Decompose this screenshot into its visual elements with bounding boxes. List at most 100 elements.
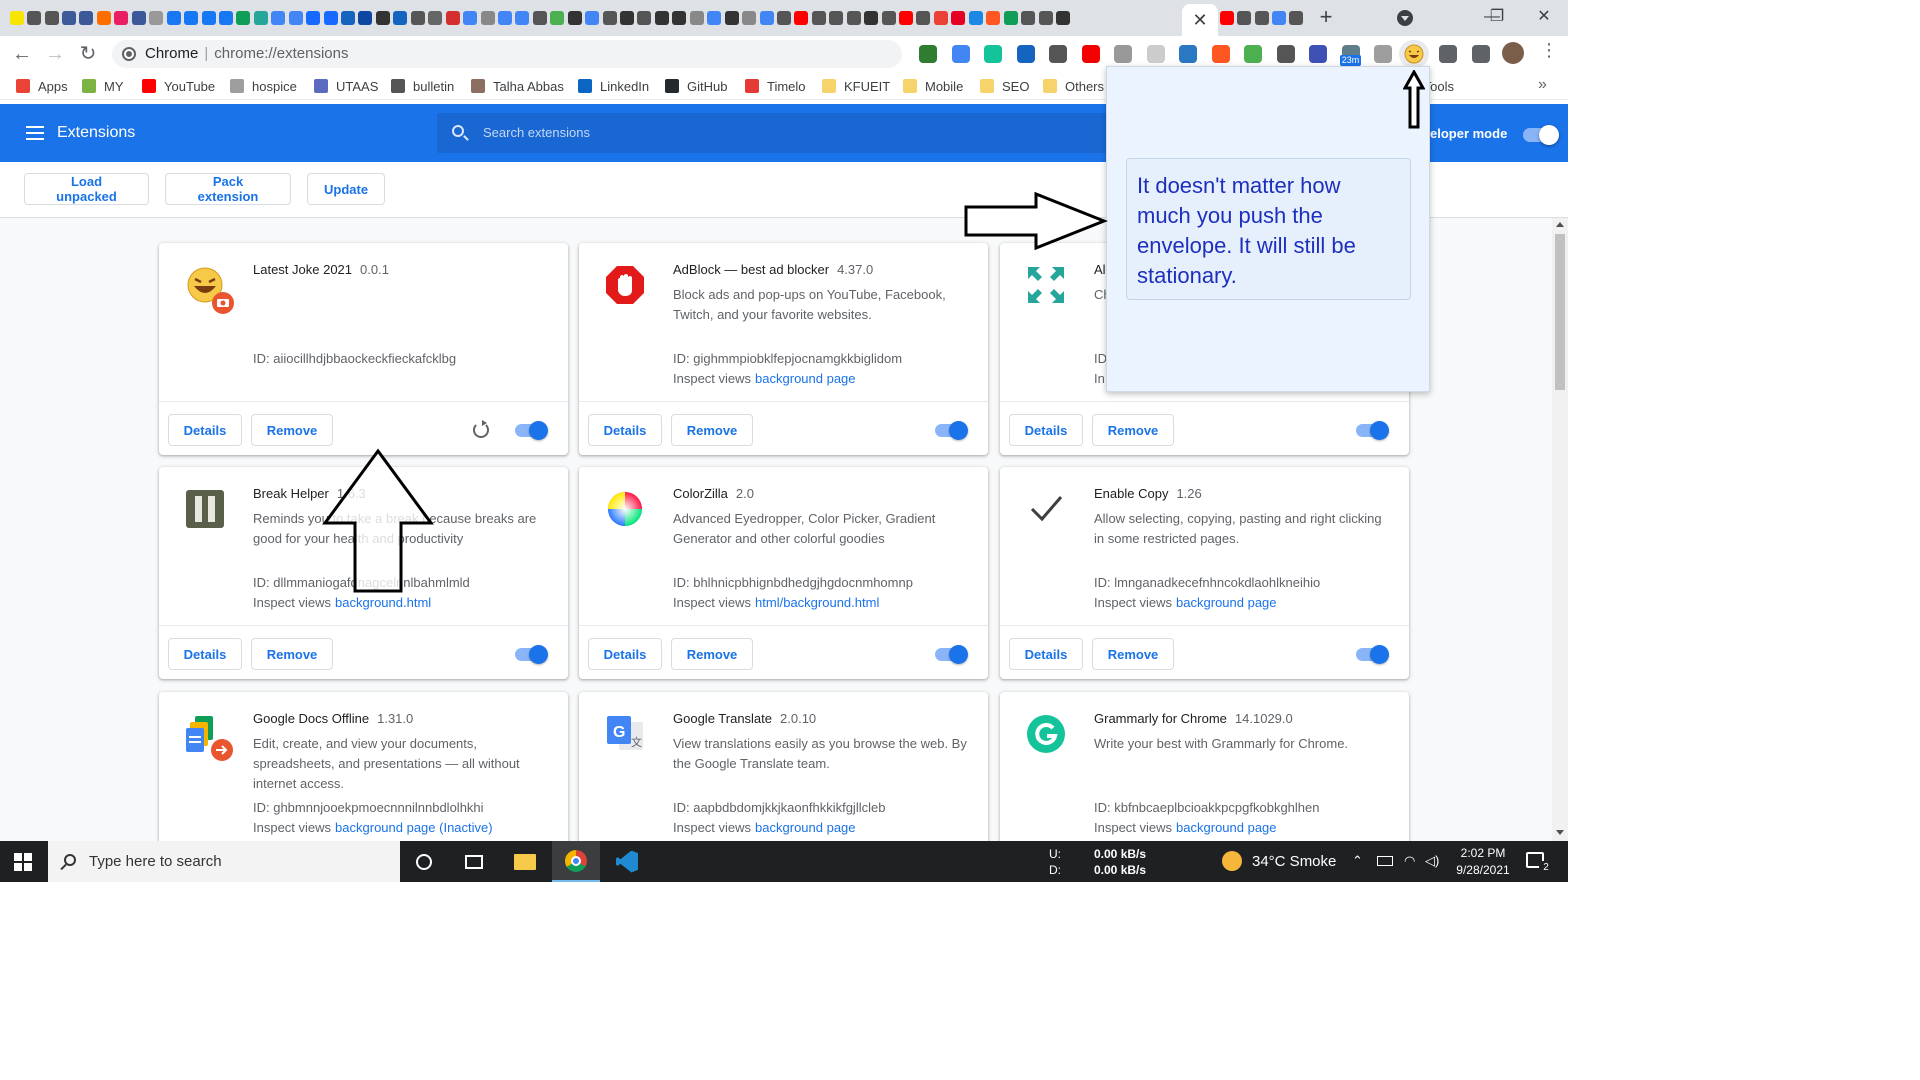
- chrome-page-icon[interactable]: [122, 47, 136, 61]
- tab[interactable]: [566, 7, 583, 29]
- bookmark-item[interactable]: KFUEIT: [822, 78, 890, 94]
- toolbar-extension-button[interactable]: [1075, 43, 1108, 65]
- extension-enable-toggle[interactable]: [515, 645, 548, 664]
- active-tab[interactable]: ✕: [1182, 4, 1218, 36]
- inspect-view-link[interactable]: background page: [1176, 595, 1276, 610]
- bookmark-item[interactable]: YouTube: [142, 78, 215, 94]
- toolbar-extension-button[interactable]: [945, 43, 978, 65]
- tab[interactable]: [322, 7, 339, 29]
- bookmark-item[interactable]: SEO: [980, 78, 1029, 94]
- remove-button[interactable]: Remove: [671, 638, 753, 670]
- bookmark-item[interactable]: Timelo: [745, 78, 806, 94]
- tab[interactable]: [392, 7, 409, 29]
- tab[interactable]: [549, 7, 566, 29]
- toolbar-extension-button[interactable]: [1107, 43, 1140, 65]
- scroll-up-icon[interactable]: [1556, 222, 1564, 227]
- vscode-taskbar-button[interactable]: [603, 841, 651, 882]
- tab[interactable]: [148, 7, 165, 29]
- chrome-menu-icon[interactable]: ⋮: [1540, 40, 1558, 61]
- remove-button[interactable]: Remove: [251, 638, 333, 670]
- details-button[interactable]: Details: [168, 414, 242, 446]
- tab[interactable]: [252, 7, 269, 29]
- tab[interactable]: [130, 7, 147, 29]
- tab[interactable]: [601, 7, 618, 29]
- extension-enable-toggle[interactable]: [935, 421, 968, 440]
- tab[interactable]: [1037, 7, 1054, 29]
- tab[interactable]: [845, 7, 862, 29]
- tab[interactable]: [636, 7, 653, 29]
- chrome-taskbar-button[interactable]: [552, 841, 600, 882]
- details-button[interactable]: Details: [1009, 638, 1083, 670]
- toolbar-extension-button[interactable]: [1172, 43, 1205, 65]
- toolbar-extension-button[interactable]: [1237, 43, 1270, 65]
- toolbar-extension-button[interactable]: [1270, 43, 1303, 65]
- bookmark-item[interactable]: GitHub: [665, 78, 727, 94]
- tab[interactable]: [182, 7, 199, 29]
- scroll-down-icon[interactable]: [1556, 830, 1564, 835]
- tab[interactable]: [950, 7, 967, 29]
- tab[interactable]: [25, 7, 42, 29]
- taskbar-clock[interactable]: 2:02 PM 9/28/2021: [1452, 845, 1514, 879]
- tab[interactable]: [862, 7, 879, 29]
- tab[interactable]: [915, 7, 932, 29]
- tab[interactable]: [793, 7, 810, 29]
- tab[interactable]: [618, 7, 635, 29]
- bookmark-item[interactable]: Apps: [16, 78, 68, 94]
- tab[interactable]: [235, 7, 252, 29]
- tab[interactable]: [374, 7, 391, 29]
- tab[interactable]: [758, 7, 775, 29]
- toolbar-extension-button[interactable]: [977, 43, 1010, 65]
- tab[interactable]: [339, 7, 356, 29]
- toolbar-extension-button[interactable]: [1367, 43, 1400, 65]
- toolbar-extension-button[interactable]: [1302, 43, 1335, 65]
- reload-icon[interactable]: [473, 420, 489, 438]
- taskbar-search-box[interactable]: Type here to search: [48, 841, 400, 882]
- search-extensions-input[interactable]: Search extensions: [437, 113, 1117, 153]
- task-view-button[interactable]: [450, 841, 498, 882]
- tab[interactable]: [217, 7, 234, 29]
- windows-start-icon[interactable]: [14, 853, 32, 871]
- inspect-view-link[interactable]: background page: [755, 371, 855, 386]
- update-button[interactable]: Update: [307, 173, 385, 205]
- bookmark-item[interactable]: MY: [82, 78, 124, 94]
- remove-button[interactable]: Remove: [1092, 414, 1174, 446]
- toolbar-extension-button[interactable]: [912, 43, 945, 65]
- inspect-view-link[interactable]: background page (Inactive): [335, 820, 493, 835]
- bookmark-item[interactable]: UTAAS: [314, 78, 378, 94]
- tab[interactable]: [200, 7, 217, 29]
- latest-joke-toolbar-button[interactable]: [1399, 40, 1429, 68]
- bookmark-item[interactable]: Others: [1043, 78, 1104, 94]
- details-button[interactable]: Details: [1009, 414, 1083, 446]
- developer-mode-toggle[interactable]: [1523, 125, 1559, 145]
- remove-button[interactable]: Remove: [1092, 638, 1174, 670]
- extension-enable-toggle[interactable]: [935, 645, 968, 664]
- pack-extension-button[interactable]: Pack extension: [165, 173, 291, 205]
- tab[interactable]: [706, 7, 723, 29]
- load-unpacked-button[interactable]: Load unpacked: [24, 173, 149, 205]
- tab[interactable]: [1054, 7, 1071, 29]
- restore-button[interactable]: ❐: [1477, 6, 1517, 28]
- tab[interactable]: [496, 7, 513, 29]
- details-button[interactable]: Details: [588, 414, 662, 446]
- tab[interactable]: [810, 7, 827, 29]
- bookmark-item[interactable]: hospice: [230, 78, 297, 94]
- tab[interactable]: [304, 7, 321, 29]
- tab[interactable]: [95, 7, 112, 29]
- details-button[interactable]: Details: [168, 638, 242, 670]
- bookmark-item[interactable]: LinkedIn: [578, 78, 649, 94]
- extension-enable-toggle[interactable]: [515, 421, 548, 440]
- extension-enable-toggle[interactable]: [1356, 421, 1389, 440]
- tab[interactable]: [985, 7, 1002, 29]
- extension-enable-toggle[interactable]: [1356, 645, 1389, 664]
- scroll-thumb[interactable]: [1555, 234, 1565, 390]
- weather-text[interactable]: 34°C Smoke: [1252, 853, 1336, 870]
- address-text[interactable]: Chrome | chrome://extensions: [145, 45, 349, 62]
- tab[interactable]: [444, 7, 461, 29]
- tab[interactable]: [1218, 7, 1235, 29]
- tab[interactable]: [583, 7, 600, 29]
- bookmark-item[interactable]: bulletin: [391, 78, 454, 94]
- tab[interactable]: [671, 7, 688, 29]
- battery-icon[interactable]: [1377, 856, 1393, 866]
- tab[interactable]: [967, 7, 984, 29]
- volume-icon[interactable]: ◁): [1425, 853, 1439, 869]
